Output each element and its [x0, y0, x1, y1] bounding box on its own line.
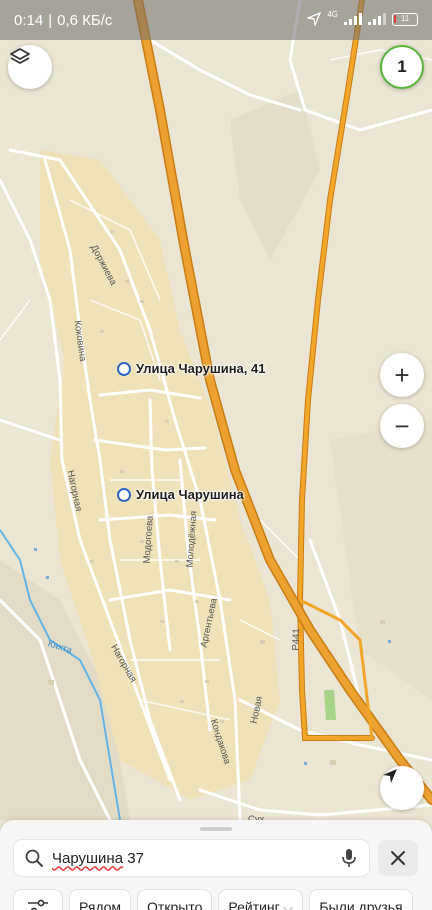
street-label: Р441	[290, 628, 303, 651]
clear-search-button[interactable]	[378, 840, 418, 876]
zoom-out-button[interactable]: −	[380, 404, 424, 448]
search-query-word: Чарушина	[52, 849, 124, 867]
layers-button[interactable]	[8, 45, 52, 89]
zoom-in-button[interactable]: +	[380, 353, 424, 397]
chip-nearby[interactable]: Рядом	[70, 890, 131, 910]
map-view[interactable]: Доржиева Коковина Нагорная Модогоева Мол…	[0, 0, 432, 910]
status-time: 0:14	[14, 11, 44, 29]
chip-label: Рейтинг	[228, 899, 280, 910]
battery-percent: 11	[400, 13, 410, 23]
signal-icon	[368, 13, 386, 25]
search-input[interactable]: Чарушина 37	[14, 840, 369, 876]
minus-icon: −	[394, 410, 410, 441]
chip-label: Рядом	[79, 899, 122, 910]
chip-friends-visited[interactable]: Были друзья	[310, 890, 412, 910]
status-icons: 4G 11	[307, 9, 418, 26]
filter-icon	[28, 899, 48, 910]
status-separator: |	[48, 11, 53, 29]
map-pin[interactable]: Улица Чарушина	[117, 487, 244, 502]
chip-open[interactable]: Открыто	[138, 890, 212, 910]
map-canvas	[0, 0, 432, 910]
pin-label: Улица Чарушина, 41	[136, 361, 266, 376]
panel-drag-handle[interactable]	[200, 827, 232, 831]
battery-icon: 11	[392, 12, 418, 26]
network-type: 4G	[327, 9, 338, 19]
location-arrow-icon	[307, 12, 322, 26]
navigation-arrow-icon	[383, 769, 397, 783]
chip-label: Открыто	[147, 899, 203, 910]
filter-chips: Рядом Открыто Рейтинг ⌵ Были друзья	[14, 890, 412, 910]
map-pin[interactable]: Улица Чарушина, 41	[117, 361, 265, 376]
layers-icon	[10, 48, 30, 64]
search-icon	[25, 849, 43, 867]
pin-label: Улица Чарушина	[136, 487, 244, 502]
badge-count: 1	[397, 57, 407, 76]
search-query: Чарушина 37	[52, 850, 144, 867]
status-bar: 0:14 | 0,6 КБ/с 4G 11	[0, 0, 432, 40]
microphone-icon[interactable]	[341, 848, 357, 868]
status-speed: 0,6 КБ/с	[57, 11, 113, 29]
pin-marker-icon	[117, 487, 131, 502]
badge-button[interactable]: 1	[380, 45, 424, 89]
search-panel: Чарушина 37 Рядом Открыто Рейтинг ⌵ Были…	[0, 820, 432, 910]
filter-settings-chip[interactable]	[14, 890, 62, 910]
my-location-button[interactable]	[380, 766, 424, 810]
search-query-number: 37	[123, 849, 144, 867]
chip-label: Были друзья	[319, 899, 403, 910]
chip-rating[interactable]: Рейтинг ⌵	[219, 890, 303, 910]
plus-icon: +	[394, 359, 410, 390]
chevron-down-icon: ⌵	[282, 898, 294, 910]
close-icon	[391, 851, 405, 865]
signal-icon	[344, 13, 362, 25]
pin-marker-icon	[117, 361, 131, 376]
battery-level	[394, 14, 396, 23]
